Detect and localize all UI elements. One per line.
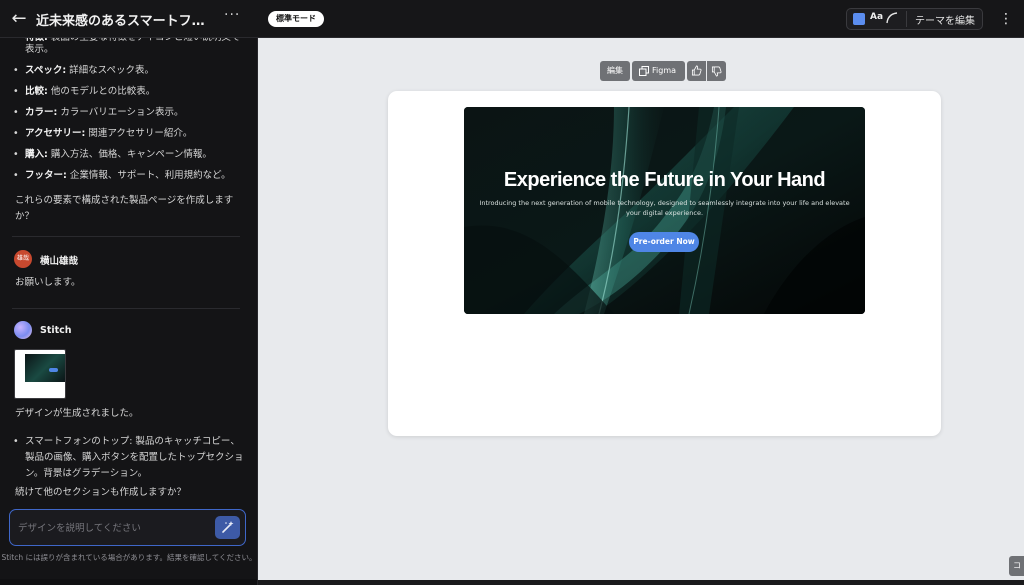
prompt-input[interactable] bbox=[18, 520, 208, 536]
top-bar: ← 近未来感のあるスマートフォンの... ··· 標準モード Aa テーマを編集… bbox=[0, 0, 1024, 38]
hero-subtitle: Introducing the next generation of mobil… bbox=[479, 199, 850, 217]
prompt-input-box bbox=[9, 509, 246, 546]
hero-section: Experience the Future in Your Hand Intro… bbox=[464, 107, 865, 314]
theme-divider bbox=[906, 11, 907, 27]
corner-floating-button[interactable]: コ bbox=[1009, 556, 1024, 576]
user-avatar: 雄哉 bbox=[14, 250, 32, 268]
feature-list: 特徴: 製品の主要な特徴をアイコンと短い説明文で表示。 スペック: 詳細なスペッ… bbox=[12, 38, 248, 191]
panel-footer bbox=[0, 579, 257, 585]
edit-theme-button[interactable]: テーマを編集 bbox=[915, 12, 975, 27]
corner-radius-icon[interactable] bbox=[885, 11, 899, 25]
list-item: スペック: 詳細なスペック表。 bbox=[12, 65, 248, 77]
mode-toggle[interactable]: 標準モード bbox=[268, 11, 324, 27]
list-item: フッター: 企業情報、サポート、利用規約など。 bbox=[12, 170, 248, 182]
list-item: 購入: 購入方法、価格、キャンペーン情報。 bbox=[12, 149, 248, 161]
copy-icon bbox=[639, 66, 649, 76]
back-arrow-icon[interactable]: ← bbox=[8, 8, 30, 30]
figma-button[interactable]: Figma bbox=[632, 61, 685, 81]
list-item: アクセサリー: 関連アクセサリー紹介。 bbox=[12, 128, 248, 140]
chat-panel: 特徴: 製品の主要な特徴をアイコンと短い説明文で表示。 スペック: 詳細なスペッ… bbox=[0, 38, 258, 585]
design-thumbnail[interactable] bbox=[14, 349, 66, 399]
magic-wand-icon[interactable] bbox=[215, 516, 240, 539]
thumbnail-button-shape bbox=[49, 368, 58, 372]
bottom-strip bbox=[258, 580, 1024, 585]
theme-font-label[interactable]: Aa bbox=[870, 12, 883, 22]
divider bbox=[12, 236, 240, 237]
generated-message: デザインが生成されました。 bbox=[15, 408, 139, 419]
thumbs-up-icon[interactable] bbox=[687, 61, 706, 81]
theme-color-swatch[interactable] bbox=[853, 13, 865, 25]
project-more-icon[interactable]: ··· bbox=[224, 7, 240, 23]
disclaimer-text: Stitch には誤りが含まれている場合があります。結果を確認してください。 bbox=[1, 553, 257, 562]
assistant-question: これらの要素で構成された製品ページを作成しますか？ bbox=[15, 195, 234, 222]
project-title: 近未来感のあるスマートフォンの... bbox=[36, 14, 216, 29]
edit-button[interactable]: 編集 bbox=[600, 61, 630, 81]
list-item: 比較: 他のモデルとの比較表。 bbox=[12, 86, 248, 98]
kebab-menu-icon[interactable]: ⋮ bbox=[998, 9, 1014, 29]
follow-up-question: 続けて他のセクションも作成しますか？ bbox=[15, 487, 187, 498]
assistant-name: Stitch bbox=[40, 325, 72, 336]
user-message: お願いします。 bbox=[15, 277, 81, 288]
theme-controls: Aa テーマを編集 bbox=[846, 8, 983, 30]
thumbs-down-icon[interactable] bbox=[707, 61, 726, 81]
divider bbox=[12, 308, 240, 309]
user-name: 横山雄哉 bbox=[40, 256, 79, 267]
figma-label: Figma bbox=[652, 66, 677, 75]
thumbnail-preview bbox=[25, 354, 65, 382]
list-item: 特徴: 製品の主要な特徴をアイコンと短い説明文で表示。 bbox=[12, 38, 248, 56]
stitch-avatar bbox=[14, 321, 32, 339]
hero-title: Experience the Future in Your Hand bbox=[503, 169, 826, 191]
generated-summary-list: スマートフォンのトップ: 製品のキャッチコピー、製品の画像、購入ボタンを配置した… bbox=[12, 434, 248, 482]
pre-order-button[interactable]: Pre-order Now bbox=[629, 232, 699, 252]
list-item: カラー: カラーバリエーション表示。 bbox=[12, 107, 248, 119]
design-preview-card[interactable]: Experience the Future in Your Hand Intro… bbox=[388, 91, 941, 436]
list-item: スマートフォンのトップ: 製品のキャッチコピー、製品の画像、購入ボタンを配置した… bbox=[12, 434, 248, 482]
